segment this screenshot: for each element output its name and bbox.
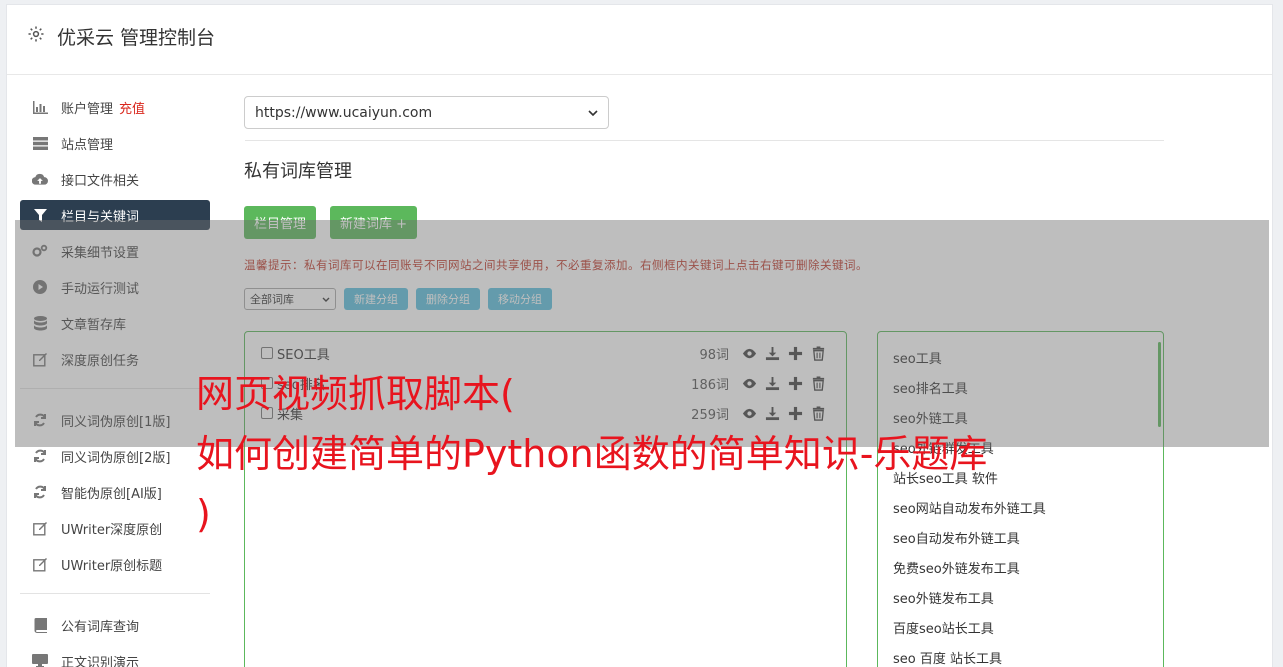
site-select[interactable]: https://www.ucaiyun.com xyxy=(244,96,609,129)
sidebar-item-label: 站点管理 xyxy=(61,137,114,153)
edit-icon xyxy=(32,520,48,536)
gear-icon xyxy=(28,26,44,42)
refresh-icon xyxy=(32,484,48,500)
sidebar-item-ai-original[interactable]: 智能伪原创[AI版] xyxy=(20,477,210,507)
keyword-item[interactable]: 免费seo外链发布工具 xyxy=(878,552,1163,582)
sidebar-item-public-library[interactable]: 公有词库查询 xyxy=(20,610,210,640)
site-select-value: https://www.ucaiyun.com xyxy=(255,104,433,121)
banner-line: ) xyxy=(196,492,211,536)
cloud-upload-icon xyxy=(32,171,48,187)
sidebar-item-label: 账户管理 xyxy=(61,101,114,117)
sidebar-item-uwriter-title[interactable]: UWriter原创标题 xyxy=(20,549,210,579)
bar-chart-icon xyxy=(32,99,48,115)
sidebar-item-label: UWriter原创标题 xyxy=(61,558,163,574)
sidebar-item-label: 公有词库查询 xyxy=(61,619,140,635)
sidebar-item-api[interactable]: 接口文件相关 xyxy=(20,164,210,194)
sidebar-item-label: 接口文件相关 xyxy=(61,173,140,189)
sidebar-divider xyxy=(20,593,210,594)
recharge-link[interactable]: 充值 xyxy=(119,98,145,117)
sidebar-item-label: UWriter深度原创 xyxy=(61,522,163,538)
chevron-down-icon xyxy=(588,109,598,116)
sidebar-item-label: 同义词伪原创[2版] xyxy=(61,450,171,466)
refresh-icon xyxy=(32,448,48,464)
book-icon xyxy=(32,617,48,633)
sidebar-item-uwriter-deep[interactable]: UWriter深度原创 xyxy=(20,513,210,543)
section-title: 私有词库管理 xyxy=(244,161,352,182)
sidebar-item-label: 正文识别演示 xyxy=(61,655,140,667)
app-title: 优采云 管理控制台 xyxy=(57,27,216,49)
sidebar-item-sites[interactable]: 站点管理 xyxy=(20,128,210,158)
overlay-banner: 网页视频抓取脚本( 如何创建简单的Python函数的简单知识-乐题库 ) xyxy=(196,364,1116,544)
banner-line: 如何创建简单的Python函数的简单知识-乐题库 xyxy=(196,432,988,476)
server-icon xyxy=(32,135,48,151)
banner-line: 网页视频抓取脚本( xyxy=(196,372,515,416)
sidebar-item-label: 智能伪原创[AI版] xyxy=(61,486,162,502)
keyword-item[interactable]: seo 百度 站长工具 xyxy=(878,642,1163,667)
sidebar-item-account[interactable]: 账户管理 充值 xyxy=(20,92,210,122)
keyword-item[interactable]: 百度seo站长工具 xyxy=(878,612,1163,642)
monitor-icon xyxy=(32,653,48,667)
edit-icon xyxy=(32,556,48,572)
header: 优采云 管理控制台 xyxy=(7,5,1272,75)
keyword-item[interactable]: seo外链发布工具 xyxy=(878,582,1163,612)
sidebar-item-text-recognition[interactable]: 正文识别演示 xyxy=(20,646,210,667)
divider xyxy=(245,140,1164,141)
